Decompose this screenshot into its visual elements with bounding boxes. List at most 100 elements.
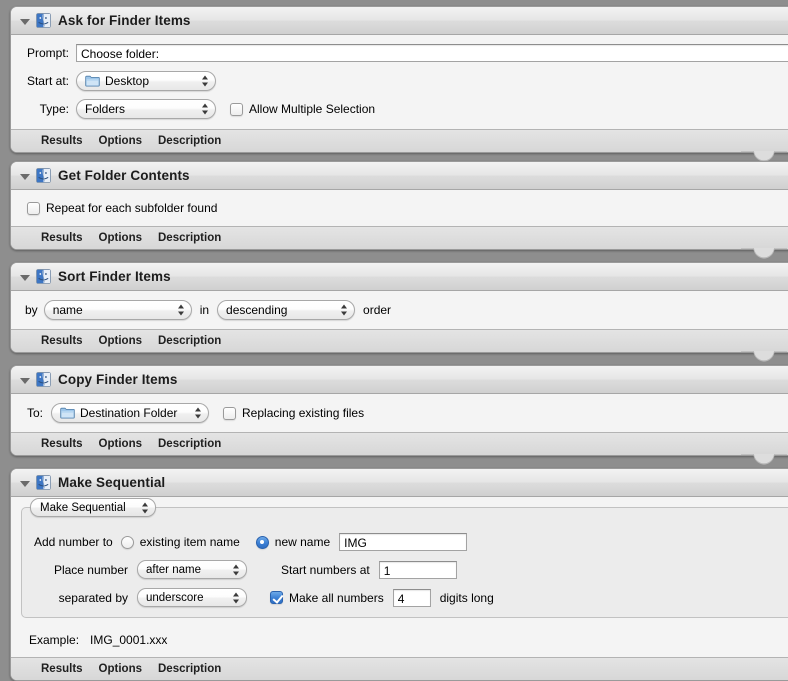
action-footer-tabs: Results Options Description [11,657,788,680]
action-footer-tabs: Results Options Description [11,432,788,455]
action-header[interactable]: Copy Finder Items [11,366,788,394]
finder-icon [36,269,51,284]
folder-icon [85,75,100,87]
separated-by-row: separated by underscore Make all numbers… [34,588,788,607]
sort-direction-popup[interactable]: descending [217,300,356,320]
popup-arrows-icon [202,103,209,116]
allow-multiple-selection-label: Allow Multiple Selection [249,102,376,116]
place-number-row: Place number after name Start numbers at… [34,560,788,579]
finder-icon [36,475,51,490]
start-at-popup[interactable]: Desktop [76,71,216,91]
example-label: Example: [29,633,80,647]
disclosure-triangle-icon[interactable] [18,14,32,28]
digits-input[interactable]: 4 [392,588,431,607]
sort-order-label: order [363,303,392,317]
prompt-label: Prompt: [26,46,69,60]
popup-arrows-icon [142,501,149,514]
disclosure-triangle-icon[interactable] [18,476,32,490]
finder-icon [36,168,51,183]
action-footer-tabs: Results Options Description [11,226,788,249]
disclosure-triangle-icon[interactable] [18,169,32,183]
copy-to-label: To: [27,406,44,420]
tab-options[interactable]: Options [99,232,142,244]
automator-workflow-canvas: Ask for Finder Items Prompt: Choose fold… [0,0,788,681]
tab-results[interactable]: Results [41,135,83,147]
sort-key-value: name [52,303,83,317]
replacing-existing-files-checkbox[interactable] [223,406,237,420]
make-sequential-mode-popup[interactable]: Make Sequential [30,498,156,517]
make-all-numbers-checkbox[interactable] [270,591,283,604]
action-header[interactable]: Get Folder Contents [11,162,788,190]
new-name-input[interactable]: IMG [339,533,468,551]
repeat-for-each-subfolder-label: Repeat for each subfolder found [46,201,218,215]
action-body: To: Destination Folder Replacing existin… [11,394,788,432]
popup-arrows-icon [202,75,209,88]
type-label: Type: [39,102,69,116]
destination-folder-popup[interactable]: Destination Folder [51,403,210,423]
tab-description[interactable]: Description [158,335,221,347]
tab-description[interactable]: Description [158,232,221,244]
finder-icon [36,13,51,28]
popup-arrows-icon [233,563,240,576]
start-numbers-at-input[interactable]: 1 [378,560,457,579]
start-at-value: Desktop [105,74,150,88]
add-number-to-row: Add number to existing item name new nam… [34,533,788,551]
action-body: by name in descending order [11,291,788,329]
action-body: Repeat for each subfolder found [11,190,788,226]
type-popup[interactable]: Folders [76,99,216,119]
popup-arrows-icon [195,407,202,420]
add-number-to-label: Add number to [34,535,113,549]
new-name-label: new name [274,535,331,549]
action-make-sequential[interactable]: Make Sequential Make Sequential Add numb… [10,468,788,681]
action-connector-notch-icon [741,248,787,262]
disclosure-triangle-icon[interactable] [18,373,32,387]
make-sequential-groupbox: Make Sequential Add number to existing i… [21,498,788,618]
action-header[interactable]: Sort Finder Items [11,263,788,291]
destination-folder-value: Destination Folder [80,406,178,420]
place-number-label: Place number [53,562,128,577]
prompt-input[interactable]: Choose folder: [76,44,788,62]
tab-description[interactable]: Description [158,135,221,147]
popup-arrows-icon [177,304,185,317]
action-copy-finder-items[interactable]: Copy Finder Items To: Destination Folder… [10,365,788,456]
tab-options[interactable]: Options [99,663,142,675]
place-number-popup[interactable]: after name [137,560,247,579]
type-value: Folders [85,102,126,116]
tab-options[interactable]: Options [99,135,142,147]
start-numbers-at-label: Start numbers at [281,562,370,577]
action-title: Ask for Finder Items [58,13,191,28]
new-name-radio[interactable] [255,535,269,549]
tab-results[interactable]: Results [41,335,83,347]
finder-icon [36,372,51,387]
sort-key-popup[interactable]: name [43,300,192,320]
tab-options[interactable]: Options [99,438,142,450]
tab-options[interactable]: Options [99,335,142,347]
sort-in-label: in [199,303,210,317]
action-body: Prompt: Choose folder: Start at: Desktop… [11,35,788,129]
action-connector-notch-icon [741,454,787,468]
action-title: Get Folder Contents [58,168,190,183]
repeat-for-each-subfolder-checkbox[interactable] [27,201,40,215]
tab-results[interactable]: Results [41,438,83,450]
action-sort-finder-items[interactable]: Sort Finder Items by name in descending … [10,262,788,353]
disclosure-triangle-icon[interactable] [18,270,32,284]
tab-results[interactable]: Results [41,232,83,244]
sort-by-label: by [25,303,38,317]
action-connector-notch-icon [741,351,787,365]
existing-item-name-label: existing item name [139,535,240,549]
separated-by-popup[interactable]: underscore [137,588,247,607]
tab-description[interactable]: Description [158,663,221,675]
tab-description[interactable]: Description [158,438,221,450]
allow-multiple-selection-checkbox[interactable] [230,102,243,116]
start-at-label: Start at: [26,74,69,88]
folder-icon [60,407,75,419]
separated-by-label: separated by [58,590,128,605]
tab-results[interactable]: Results [41,663,83,675]
action-get-folder-contents[interactable]: Get Folder Contents Repeat for each subf… [10,161,788,250]
replacing-existing-files-label: Replacing existing files [242,406,365,420]
existing-item-name-radio[interactable] [120,535,134,549]
example-value: IMG_0001.xxx [90,633,168,647]
action-ask-for-finder-items[interactable]: Ask for Finder Items Prompt: Choose fold… [10,6,788,153]
action-header[interactable]: Make Sequential [11,469,788,497]
action-header[interactable]: Ask for Finder Items [11,7,788,35]
